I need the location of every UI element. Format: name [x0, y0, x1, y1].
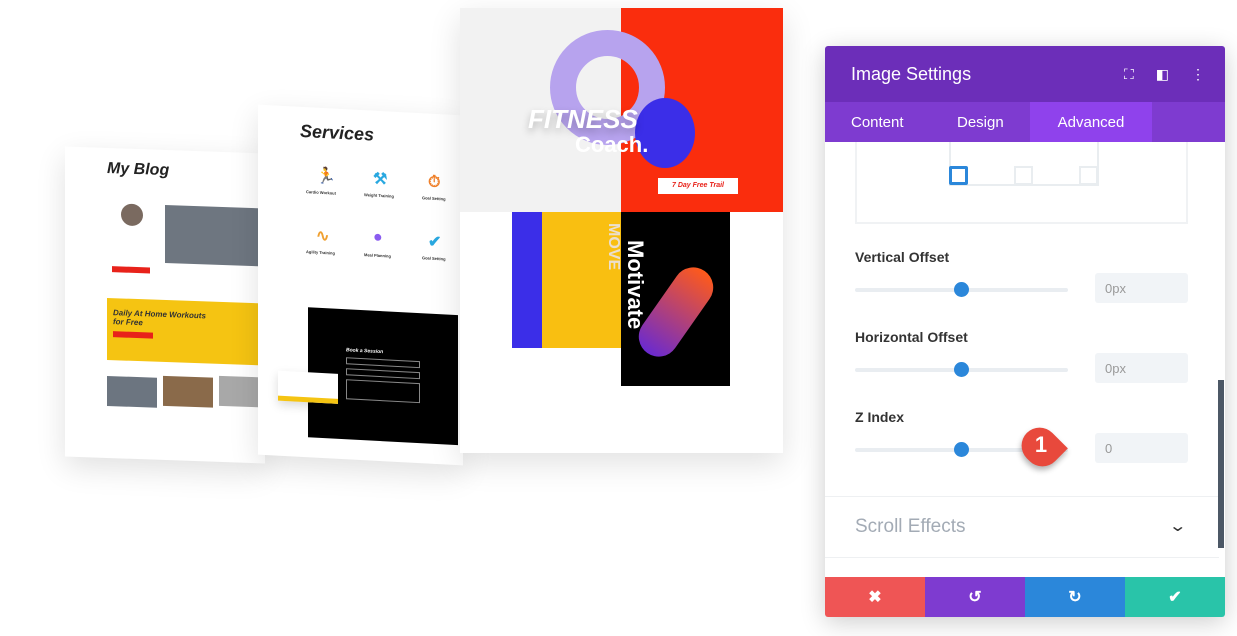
- redo-button[interactable]: ↻: [1025, 577, 1125, 617]
- panel-title: Image Settings: [851, 63, 972, 84]
- horizontal-offset-label: Horizontal Offset: [855, 329, 968, 345]
- blog-title: My Blog: [107, 159, 170, 180]
- services-mockup: Services 🏃 ⚒ ⏱ Cardio Workout Weight Tra…: [258, 104, 463, 466]
- panel-footer: ✖ ↺ ↻ ✔: [825, 577, 1225, 617]
- more-icon[interactable]: ⋮: [1191, 66, 1205, 83]
- free-trial-button: 7 Day Free Trail: [658, 178, 738, 194]
- tab-design[interactable]: Design: [931, 102, 1030, 142]
- blog-mockup: My Blog Daily At Home Workouts for Free: [65, 146, 265, 464]
- undo-button[interactable]: ↺: [925, 577, 1025, 617]
- services-title: Services: [300, 120, 375, 145]
- position-grid: [855, 142, 1188, 224]
- scrollbar[interactable]: [1218, 380, 1224, 548]
- slider-handle[interactable]: [954, 282, 969, 297]
- apple-icon: ●: [373, 228, 383, 247]
- save-button[interactable]: ✔: [1125, 577, 1225, 617]
- blog-image: [165, 205, 265, 267]
- panel-tabs: Content Design Advanced: [825, 102, 1225, 142]
- slider-handle[interactable]: [954, 362, 969, 377]
- blog-button: [112, 266, 150, 274]
- tab-advanced[interactable]: Advanced: [1030, 102, 1152, 142]
- vertical-offset-label: Vertical Offset: [855, 249, 950, 265]
- position-bottom-right[interactable]: [1079, 166, 1098, 185]
- scroll-effects-section[interactable]: Scroll Effects: [855, 516, 966, 538]
- vertical-offset-input[interactable]: 0px: [1095, 273, 1188, 303]
- dumbbell-icon: ⚒: [373, 170, 388, 189]
- image-settings-panel: Image Settings ⛶ ◧ ⋮ Content Design Adva…: [825, 46, 1225, 617]
- panel-header: Image Settings ⛶ ◧ ⋮: [825, 46, 1225, 102]
- rope-icon: ∿: [316, 227, 330, 246]
- horizontal-offset-slider[interactable]: [855, 362, 1068, 377]
- timer-icon: ⏱: [428, 173, 441, 192]
- tab-content[interactable]: Content: [825, 102, 931, 142]
- callout-number: 1: [1034, 432, 1048, 457]
- position-bottom-left[interactable]: [949, 166, 968, 185]
- sidebar-icon[interactable]: ◧: [1156, 66, 1169, 83]
- avatar: [121, 203, 143, 227]
- cancel-button[interactable]: ✖: [825, 577, 925, 617]
- vertical-offset-slider[interactable]: [855, 282, 1068, 297]
- position-bottom-center[interactable]: [1014, 166, 1033, 185]
- fullscreen-icon[interactable]: ⛶: [1124, 66, 1134, 83]
- check-icon: ✔: [428, 233, 442, 252]
- chevron-down-icon[interactable]: ⌄: [1168, 516, 1187, 536]
- z-index-label: Z Index: [855, 409, 905, 425]
- slider-handle[interactable]: [954, 442, 969, 457]
- fitness-mockup: FITNESS Coach. 7 Day Free Trail Motivate…: [460, 8, 783, 453]
- blog-banner: Daily At Home Workouts for Free: [107, 297, 265, 366]
- horizontal-offset-input[interactable]: 0px: [1095, 353, 1188, 383]
- z-index-input[interactable]: 0: [1095, 433, 1188, 463]
- running-icon: 🏃: [316, 167, 336, 186]
